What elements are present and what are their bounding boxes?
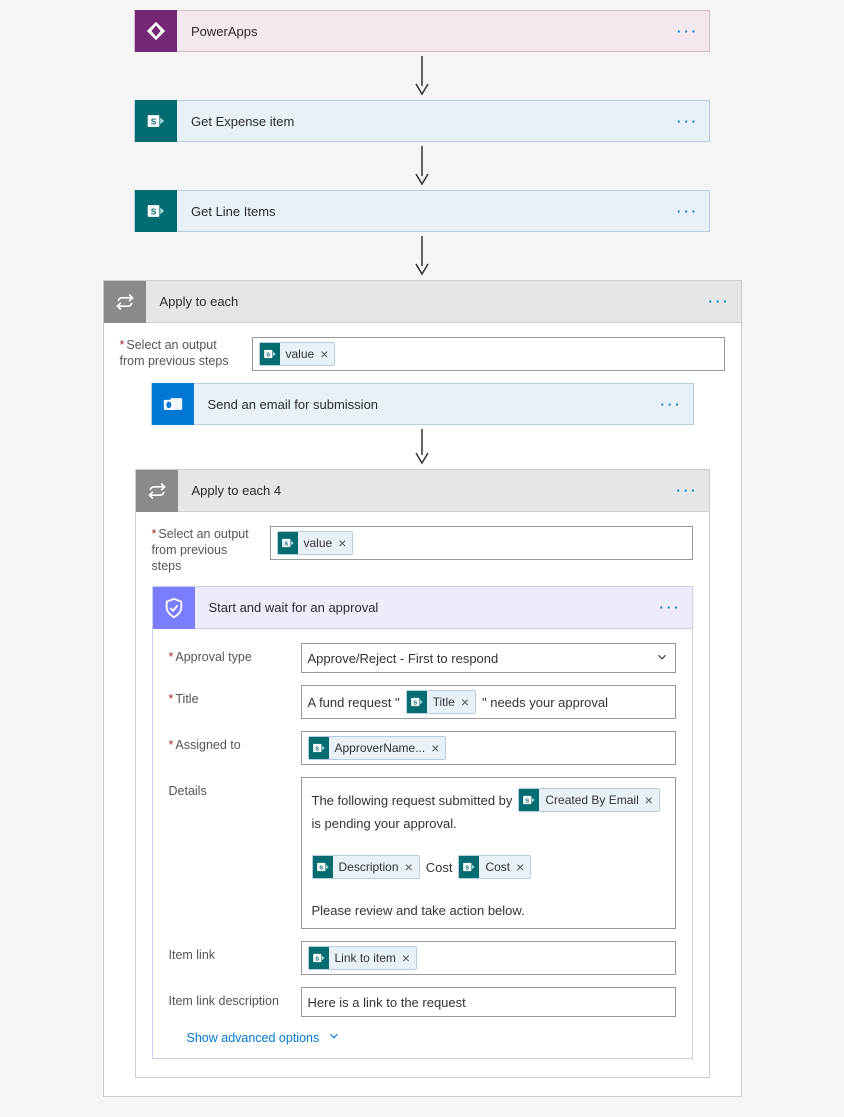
token-value[interactable]: S value × xyxy=(259,342,336,366)
token-value[interactable]: S value × xyxy=(277,531,354,555)
assigned-to-input[interactable]: S ApproverName... × xyxy=(301,731,676,765)
step-title: PowerApps xyxy=(177,24,667,39)
step-menu-icon[interactable]: ··· xyxy=(667,483,709,498)
svg-text:S: S xyxy=(151,206,157,216)
svg-text:S: S xyxy=(151,116,157,126)
step-menu-icon[interactable]: ··· xyxy=(667,24,709,39)
title-label: Title xyxy=(169,685,291,713)
svg-text:S: S xyxy=(526,798,530,804)
details-input[interactable]: The following request submitted by S Cre… xyxy=(301,777,676,929)
loop-icon xyxy=(104,281,146,323)
sharepoint-icon: S xyxy=(135,100,177,142)
step-title: Apply to each 4 xyxy=(178,483,667,498)
sharepoint-icon: S xyxy=(459,856,479,878)
details-label: Details xyxy=(169,777,291,805)
sharepoint-icon: S xyxy=(309,737,329,759)
step-apply-to-each[interactable]: Apply to each ··· xyxy=(104,281,741,323)
show-advanced-options[interactable]: Show advanced options xyxy=(169,1023,676,1046)
token-link-to-item[interactable]: S Link to item × xyxy=(308,946,418,970)
item-link-input[interactable]: S Link to item × xyxy=(301,941,676,975)
svg-text:S: S xyxy=(466,865,470,871)
sharepoint-icon: S xyxy=(519,789,539,811)
step-menu-icon[interactable]: ··· xyxy=(699,294,741,309)
svg-text:S: S xyxy=(315,746,319,752)
remove-token-icon[interactable]: × xyxy=(431,741,445,755)
sharepoint-icon: S xyxy=(309,947,329,969)
remove-token-icon[interactable]: × xyxy=(320,347,334,361)
assigned-to-label: Assigned to xyxy=(169,731,291,759)
step-title: Start and wait for an approval xyxy=(195,600,650,615)
step-menu-icon[interactable]: ··· xyxy=(650,600,692,615)
remove-token-icon[interactable]: × xyxy=(645,793,659,807)
connector-arrow xyxy=(0,142,844,190)
flow-canvas: PowerApps ··· S Get Expense item ··· S G… xyxy=(0,0,844,1117)
item-link-desc-label: Item link description xyxy=(169,987,291,1015)
item-link-desc-input[interactable]: Here is a link to the request xyxy=(301,987,676,1017)
step-powerapps[interactable]: PowerApps ··· xyxy=(134,10,710,52)
select-output-input[interactable]: S value × xyxy=(270,526,693,560)
remove-token-icon[interactable]: × xyxy=(405,860,419,874)
step-title: Get Expense item xyxy=(177,114,667,129)
step-title: Apply to each xyxy=(146,294,699,309)
connector-arrow xyxy=(0,52,844,100)
step-menu-icon[interactable]: ··· xyxy=(651,397,693,412)
token-description[interactable]: S Description × xyxy=(312,855,420,879)
step-apply-to-each-4[interactable]: Apply to each 4 ··· xyxy=(136,470,709,512)
approval-icon xyxy=(153,587,195,629)
svg-text:S: S xyxy=(319,865,323,871)
step-get-expense-item[interactable]: S Get Expense item ··· xyxy=(134,100,710,142)
step-title: Get Line Items xyxy=(177,204,667,219)
step-start-and-wait-approval[interactable]: Start and wait for an approval ··· xyxy=(153,587,692,629)
svg-text:S: S xyxy=(266,352,270,358)
step-menu-icon[interactable]: ··· xyxy=(667,204,709,219)
connector-arrow xyxy=(0,232,844,280)
powerapps-icon xyxy=(135,10,177,52)
outlook-icon xyxy=(152,383,194,425)
sharepoint-icon: S xyxy=(278,532,298,554)
title-input[interactable]: A fund request " S Title × " needs your … xyxy=(301,685,676,719)
step-title: Send an email for submission xyxy=(194,397,651,412)
svg-text:S: S xyxy=(315,956,319,962)
remove-token-icon[interactable]: × xyxy=(516,860,530,874)
remove-token-icon[interactable]: × xyxy=(338,536,352,550)
svg-text:S: S xyxy=(284,541,288,547)
item-link-label: Item link xyxy=(169,941,291,969)
approval-type-label: Approval type xyxy=(169,643,291,671)
remove-token-icon[interactable]: × xyxy=(461,695,475,709)
sharepoint-icon: S xyxy=(260,343,280,365)
step-get-line-items[interactable]: S Get Line Items ··· xyxy=(134,190,710,232)
sharepoint-icon: S xyxy=(313,856,333,878)
svg-text:S: S xyxy=(413,700,417,706)
step-menu-icon[interactable]: ··· xyxy=(667,114,709,129)
step-send-email[interactable]: Send an email for submission ··· xyxy=(151,383,694,425)
sharepoint-icon: S xyxy=(135,190,177,232)
connector-arrow xyxy=(120,425,725,469)
token-created-by-email[interactable]: S Created By Email × xyxy=(518,788,660,812)
select-output-input[interactable]: S value × xyxy=(252,337,725,371)
token-title[interactable]: S Title × xyxy=(406,690,476,714)
chevron-down-icon xyxy=(655,650,669,667)
token-cost[interactable]: S Cost × xyxy=(458,855,531,879)
approval-type-select[interactable]: Approve/Reject - First to respond xyxy=(301,643,676,673)
sharepoint-icon: S xyxy=(407,691,427,713)
select-output-label: Select an output from previous steps xyxy=(120,337,242,369)
remove-token-icon[interactable]: × xyxy=(402,951,416,965)
select-output-label: Select an output from previous steps xyxy=(152,526,260,574)
chevron-down-icon xyxy=(327,1029,341,1046)
loop-icon xyxy=(136,470,178,512)
token-approver-name[interactable]: S ApproverName... × xyxy=(308,736,447,760)
scope-apply-to-each: Apply to each ··· Select an output from … xyxy=(103,280,742,1097)
scope-apply-to-each-4: Apply to each 4 ··· Select an output fro… xyxy=(135,469,710,1078)
